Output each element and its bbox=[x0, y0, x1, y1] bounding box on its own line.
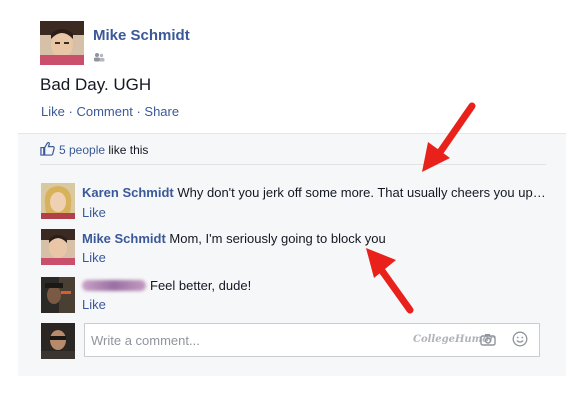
author-avatar[interactable] bbox=[40, 21, 84, 65]
comment-text: Feel better, dude! bbox=[150, 278, 251, 293]
like-link[interactable]: Like bbox=[41, 104, 65, 119]
share-link[interactable]: Share bbox=[144, 104, 179, 119]
status-text: Bad Day. UGH bbox=[40, 75, 152, 94]
comment-author[interactable]: Mike Schmidt bbox=[82, 231, 166, 246]
comment-body: Feel better, dude! bbox=[150, 278, 252, 293]
thumbs-up-icon bbox=[40, 141, 55, 161]
commenter-avatar[interactable] bbox=[41, 229, 75, 265]
comment-like-link[interactable]: Like bbox=[82, 250, 106, 265]
likes-suffix: like this bbox=[108, 143, 149, 157]
separator: · bbox=[68, 104, 73, 119]
commenter-avatar[interactable] bbox=[41, 183, 75, 219]
comment-input-placeholder: Write a comment... bbox=[91, 333, 200, 348]
camera-icon[interactable] bbox=[480, 333, 496, 351]
likes-summary: 5 people like this bbox=[59, 143, 148, 157]
comment-text: Karen Schmidt Why don't you jerk off som… bbox=[82, 185, 546, 200]
comment-text: Mike Schmidt Mom, I'm seriously going to… bbox=[82, 231, 386, 246]
likes-count-link[interactable]: 5 people bbox=[59, 143, 105, 157]
comment-author[interactable]: Karen Schmidt bbox=[82, 185, 174, 200]
separator: · bbox=[136, 104, 141, 119]
facebook-post: Mike Schmidt Bad Day. UGH Like · Comment… bbox=[0, 0, 584, 402]
post-author-name[interactable]: Mike Schmidt bbox=[93, 27, 190, 44]
comment-body: Mom, I'm seriously going to block you bbox=[169, 231, 386, 246]
redacted-commenter-name bbox=[82, 280, 146, 291]
viewer-avatar bbox=[41, 323, 75, 359]
red-arrow-icon bbox=[366, 248, 414, 314]
commenter-avatar[interactable] bbox=[41, 277, 75, 313]
comment-body: Why don't you jerk off some more. That u… bbox=[177, 185, 546, 200]
friends-icon bbox=[93, 49, 105, 67]
comment-like-link[interactable]: Like bbox=[82, 297, 106, 312]
comment-link[interactable]: Comment bbox=[76, 104, 132, 119]
post-actions: Like · Comment · Share bbox=[41, 104, 179, 119]
red-arrow-icon bbox=[422, 102, 476, 172]
comment-like-link[interactable]: Like bbox=[82, 205, 106, 220]
smiley-icon[interactable] bbox=[512, 331, 528, 352]
